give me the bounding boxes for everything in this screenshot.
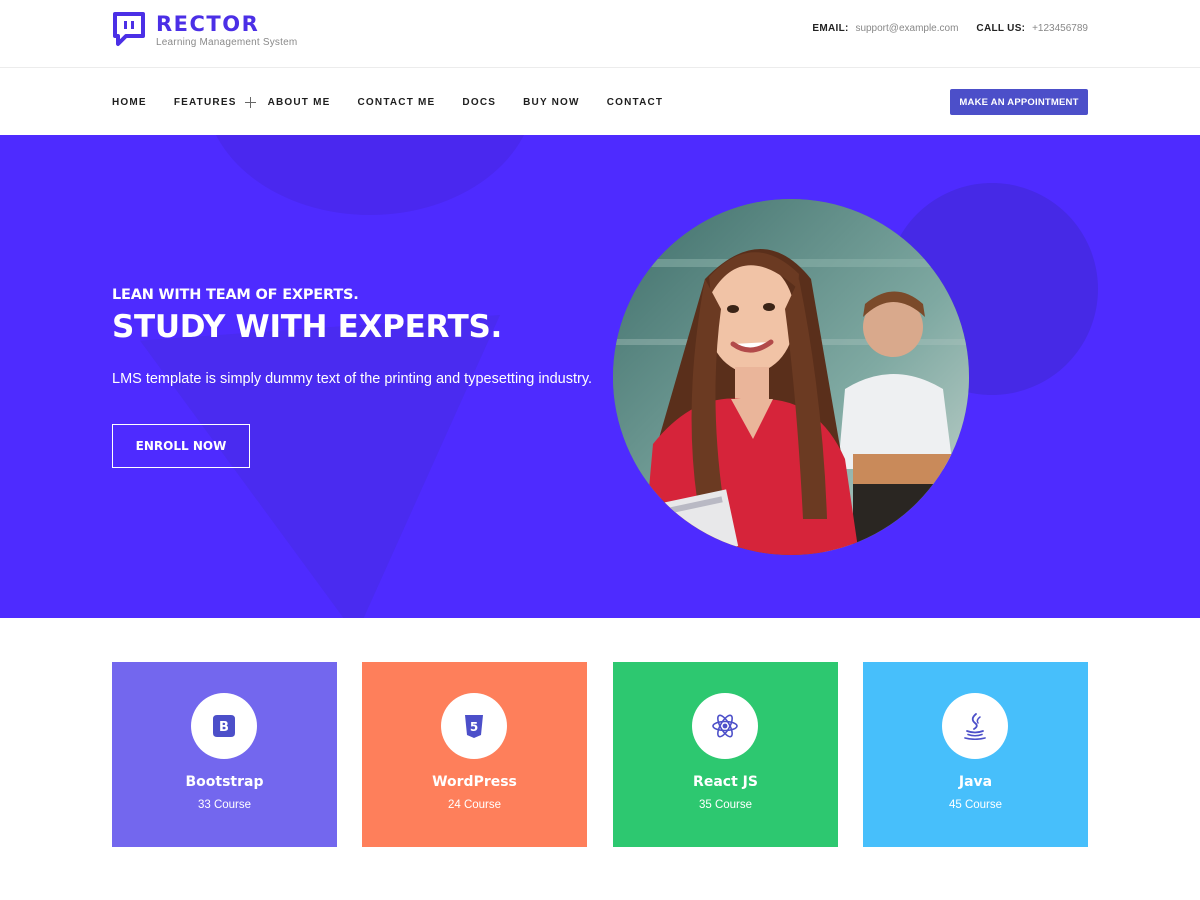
student-illustration xyxy=(613,199,969,555)
card-icon-wrap xyxy=(692,693,758,759)
enroll-now-button[interactable]: ENROLL NOW xyxy=(112,424,250,468)
nav-item-features[interactable]: FEATURES xyxy=(174,97,256,108)
card-icon-wrap: B xyxy=(191,693,257,759)
main-nav: HOME FEATURES ABOUT ME CONTACT ME DOCS B… xyxy=(0,69,1200,135)
phone-contact: CALL US: +123456789 xyxy=(976,23,1088,34)
course-card-wordpress[interactable]: 5 WordPress 24 Course xyxy=(362,662,587,847)
hero-banner: LEAN WITH TEAM OF EXPERTS. STUDY WITH EX… xyxy=(0,135,1200,618)
course-card-java[interactable]: Java 45 Course xyxy=(863,662,1088,847)
call-label: CALL US: xyxy=(976,23,1026,34)
course-name: WordPress xyxy=(432,774,517,790)
brand-name: RECTOR xyxy=(156,12,260,36)
java-icon xyxy=(964,713,986,740)
course-count: 45 Course xyxy=(948,799,1003,811)
course-name: Java xyxy=(958,774,993,790)
plus-icon[interactable] xyxy=(244,97,256,108)
nav-menu: HOME FEATURES ABOUT ME CONTACT ME DOCS B… xyxy=(112,97,690,108)
hero-description: LMS template is simply dummy text of the… xyxy=(112,371,593,387)
react-icon xyxy=(712,714,738,738)
logo-text: RECTOR Learning Management System xyxy=(156,11,297,49)
brand-tagline: Learning Management System xyxy=(156,37,298,48)
svg-text:B: B xyxy=(219,720,229,735)
course-count: 24 Course xyxy=(447,799,502,811)
course-card-react-js[interactable]: React JS 35 Course xyxy=(613,662,838,847)
hero-title: STUDY WITH EXPERTS. xyxy=(112,309,502,345)
top-header: RECTOR Learning Management System EMAIL:… xyxy=(0,0,1200,68)
course-card-bootstrap[interactable]: B Bootstrap 33 Course xyxy=(112,662,337,847)
svg-text:5: 5 xyxy=(470,720,478,734)
decorative-circle xyxy=(205,135,535,215)
card-icon-wrap xyxy=(942,693,1008,759)
phone-link[interactable]: +123456789 xyxy=(1032,23,1088,34)
email-label: EMAIL: xyxy=(812,23,849,34)
card-icon-wrap: 5 xyxy=(441,693,507,759)
nav-item-contact[interactable]: CONTACT xyxy=(607,97,664,108)
nav-item-about-me[interactable]: ABOUT ME xyxy=(268,97,331,108)
email-contact: EMAIL: support@example.com xyxy=(812,23,958,34)
chat-bubble-logo-icon xyxy=(113,12,145,46)
html5-icon: 5 xyxy=(465,715,483,738)
email-link[interactable]: support@example.com xyxy=(855,23,958,34)
make-appointment-button[interactable]: MAKE AN APPOINTMENT xyxy=(950,89,1088,115)
nav-item-features-label: FEATURES xyxy=(173,97,237,108)
site-logo[interactable]: RECTOR Learning Management System xyxy=(112,11,297,49)
course-categories: B Bootstrap 33 Course 5 WordPress 24 Cou… xyxy=(112,662,1088,847)
student-photo xyxy=(613,199,969,555)
nav-item-docs[interactable]: DOCS xyxy=(462,97,496,108)
nav-item-home[interactable]: HOME xyxy=(112,97,147,108)
nav-item-buy-now[interactable]: BUY NOW xyxy=(523,97,580,108)
hero-subtitle: LEAN WITH TEAM OF EXPERTS. xyxy=(112,287,359,303)
course-name: Bootstrap xyxy=(185,774,264,790)
course-name: React JS xyxy=(693,774,758,790)
contact-info: EMAIL: support@example.com CALL US: +123… xyxy=(812,23,1088,34)
course-count: 35 Course xyxy=(698,799,753,811)
nav-item-contact-me[interactable]: CONTACT ME xyxy=(358,97,436,108)
course-count: 33 Course xyxy=(197,799,252,811)
bootstrap-icon: B xyxy=(213,715,235,737)
